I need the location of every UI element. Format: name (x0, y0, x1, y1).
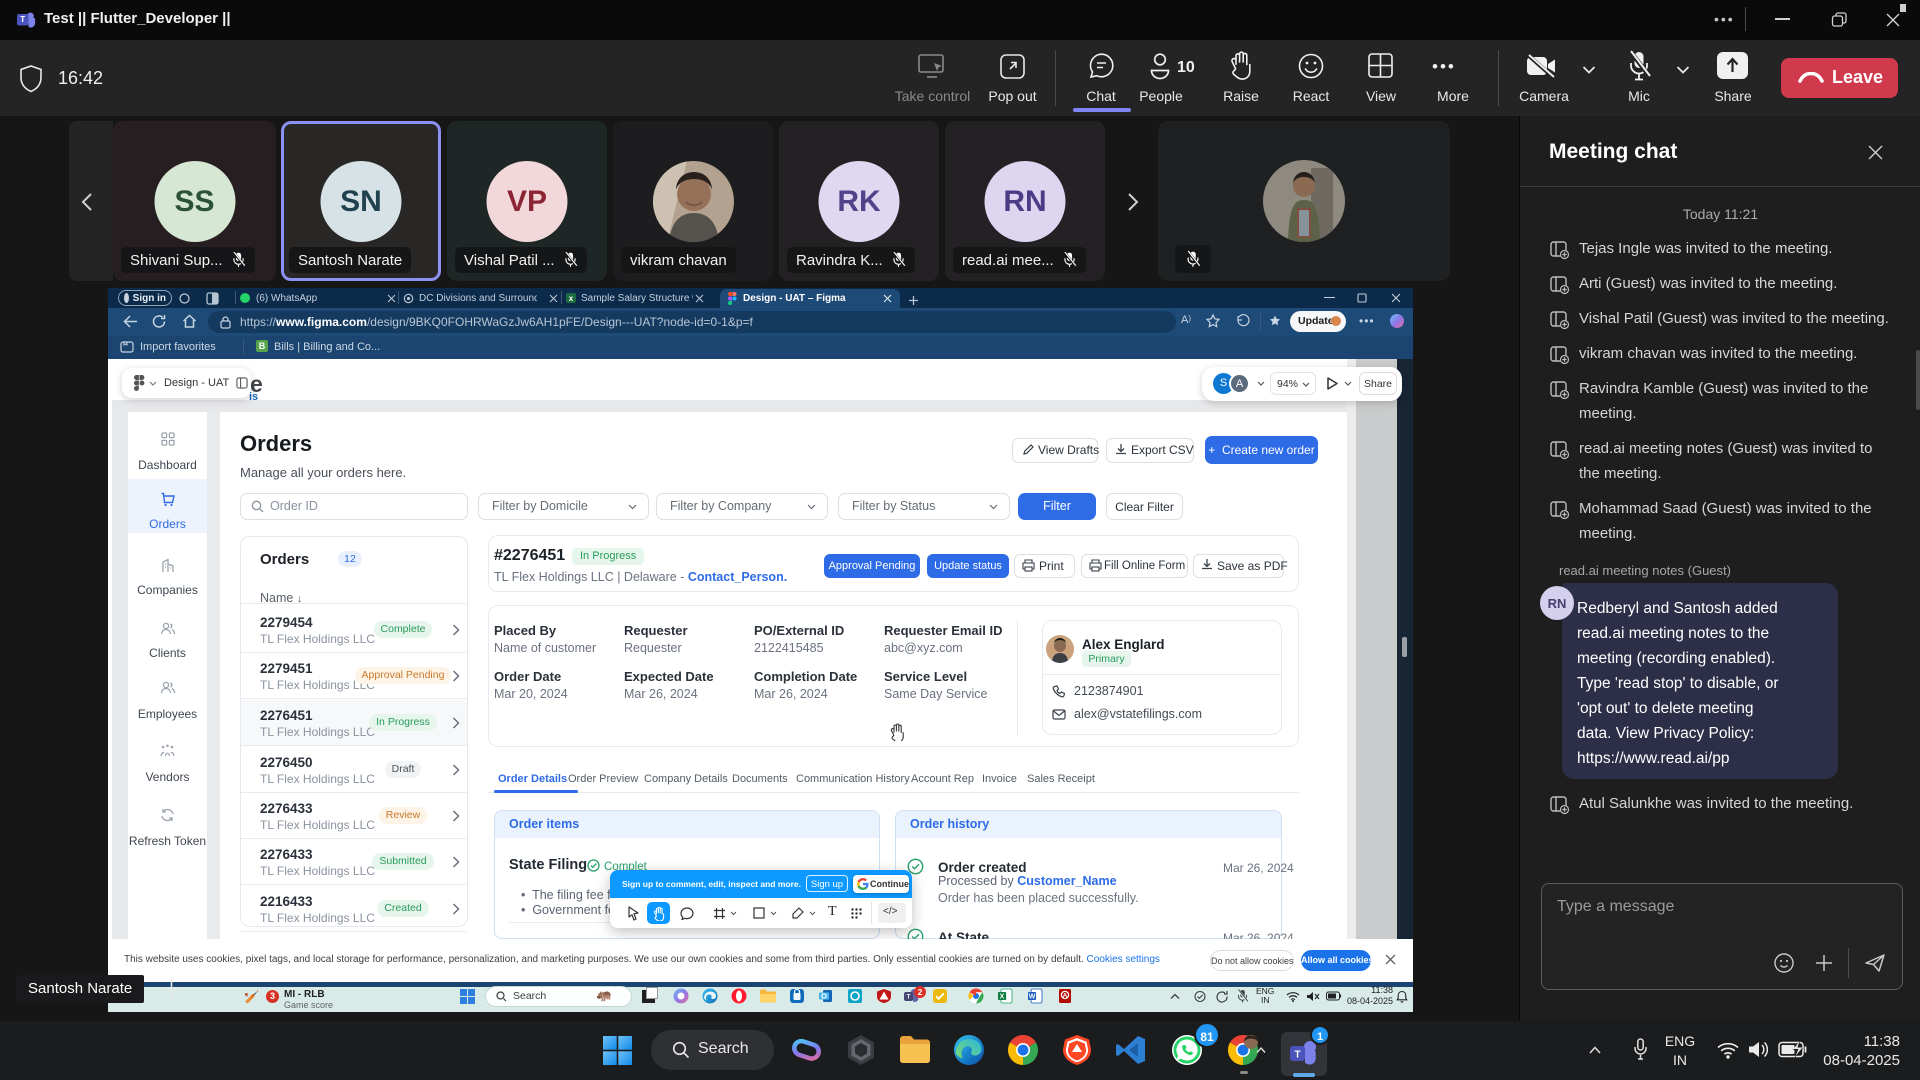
svg-text:W: W (1029, 994, 1036, 1001)
svg-text:T: T (907, 995, 911, 1001)
svg-text:X: X (1000, 994, 1005, 1001)
svg-text:T: T (1294, 1050, 1300, 1061)
svg-text:T: T (20, 15, 25, 24)
svg-text:A: A (1063, 993, 1068, 1000)
